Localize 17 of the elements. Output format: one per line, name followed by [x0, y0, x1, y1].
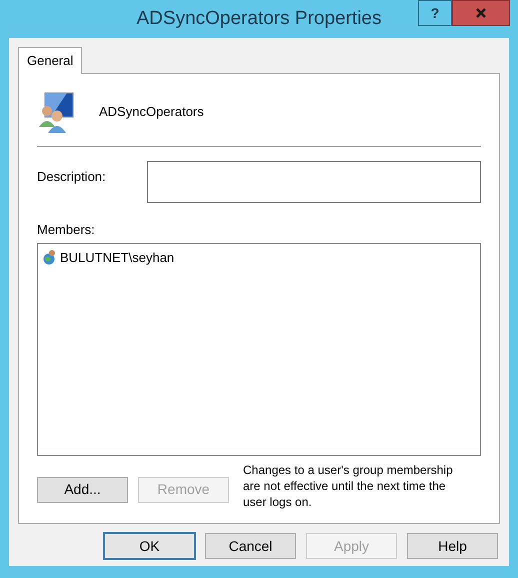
dialog-button[interactable]: Add... — [37, 476, 128, 502]
description-field[interactable] — [147, 161, 481, 203]
close-icon — [475, 7, 487, 19]
dialog-button[interactable]: Help — [407, 533, 498, 559]
dialog-button[interactable]: Cancel — [205, 533, 296, 559]
members-label: Members: — [37, 221, 95, 239]
help-button[interactable]: ? — [418, 0, 452, 26]
user-group-icon — [37, 91, 75, 133]
user-globe-icon — [42, 249, 58, 266]
group-name: ADSyncOperators — [99, 103, 204, 122]
membership-note: Changes to a user's group membership are not effective until the next time the user logs on. — [243, 462, 454, 510]
description-label: Description: — [37, 168, 107, 186]
tab[interactable]: General — [18, 47, 82, 74]
member-item[interactable]: BULUTNET\seyhan — [42, 248, 174, 267]
close-button[interactable] — [452, 0, 510, 26]
dialog-button[interactable]: OK — [104, 533, 195, 559]
window-title: ADSyncOperators Properties — [136, 6, 382, 31]
